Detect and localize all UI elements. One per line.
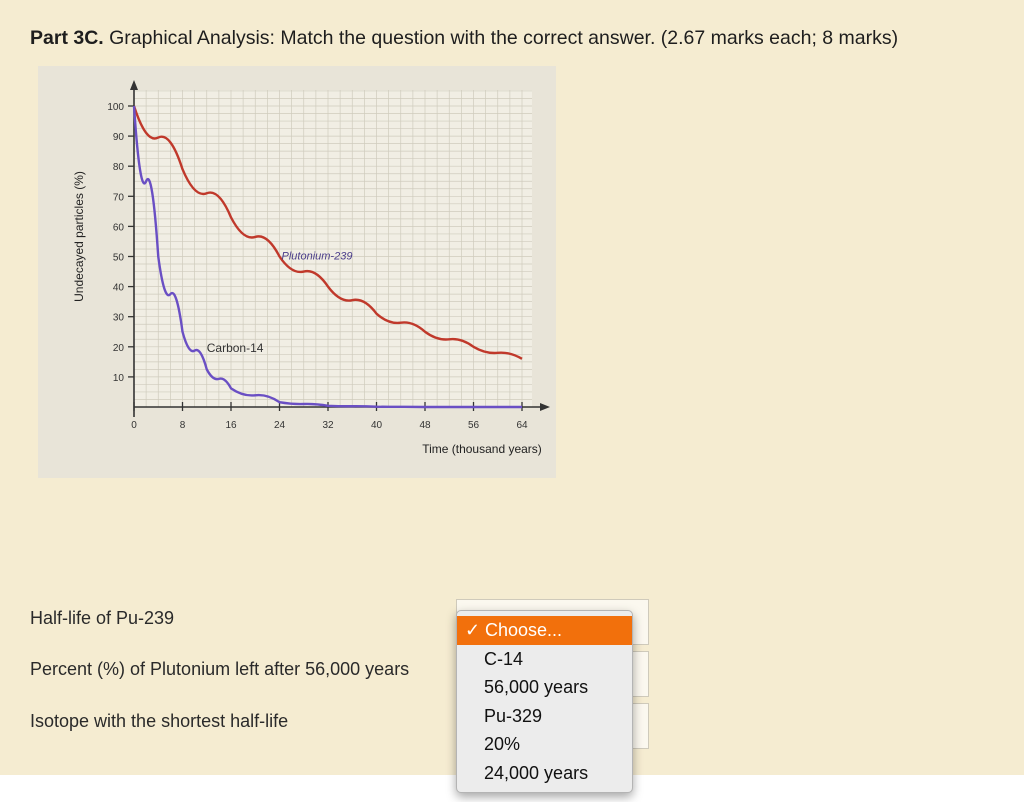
plot-area (134, 90, 532, 407)
y-tick-label: 100 (107, 102, 124, 113)
dropdown-option-c14[interactable]: C-14 (457, 645, 632, 674)
answer-dropdown-menu[interactable]: ✓ Choose... C-14 56,000 years Pu-329 20% … (456, 610, 633, 793)
y-tick-label: 20 (113, 343, 125, 354)
dropdown-option-20-percent[interactable]: 20% (457, 730, 632, 759)
question-label-1: Half-life of Pu-239 (30, 608, 175, 628)
question-label-2: Percent (%) of Plutonium left after 56,0… (30, 659, 410, 679)
dropdown-option-pu329[interactable]: Pu-329 (457, 702, 632, 731)
y-tick-label: 30 (113, 313, 125, 324)
x-axis-arrow-icon (540, 403, 550, 411)
dropdown-option-choose[interactable]: ✓ Choose... (457, 616, 632, 645)
x-tick-label: 40 (371, 420, 383, 431)
x-tick-label: 64 (516, 420, 528, 431)
x-tick-label: 32 (322, 420, 334, 431)
y-tick-label: 10 (113, 373, 125, 384)
x-tick-label: 48 (419, 420, 431, 431)
decay-graph-image: 0 8 16 24 32 40 48 56 64 10 20 30 40 50 60 70 80 90 100 Tim… (38, 66, 556, 478)
x-tick-label: 24 (274, 420, 286, 431)
instruction-text: Graphical Analysis: Match the question w… (103, 27, 899, 49)
y-axis-label: Undecayed particles (%) (72, 171, 86, 302)
x-tick-label: 8 (180, 420, 186, 431)
x-tick-label: 0 (131, 420, 137, 431)
question-heading: Part 3C. Graphical Analysis: Match the q… (30, 27, 898, 50)
y-tick-label: 50 (113, 253, 125, 264)
y-tick-label: 90 (113, 132, 125, 143)
x-tick-label: 16 (225, 420, 237, 431)
y-tick-label: 70 (113, 192, 125, 203)
x-axis-label: Time (thousand years) (422, 442, 542, 456)
series-label-carbon: Carbon-14 (207, 341, 264, 355)
option-label: Choose... (485, 620, 563, 640)
y-tick-label: 80 (113, 162, 125, 173)
checkmark-icon: ✓ (465, 620, 481, 640)
y-axis-arrow-icon (130, 80, 138, 90)
part-label: Part 3C. (30, 27, 104, 49)
y-tick-label: 40 (113, 283, 125, 294)
y-tick-label: 60 (113, 222, 125, 233)
x-tick-label: 56 (468, 420, 480, 431)
question-label-3: Isotope with the shortest half-life (30, 711, 289, 731)
decay-chart: 0 8 16 24 32 40 48 56 64 10 20 30 40 50 60 70 80 90 100 Tim… (72, 80, 550, 456)
dropdown-option-24000-years[interactable]: 24,000 years (457, 759, 632, 788)
series-label-plutonium: Plutonium-239 (282, 251, 353, 263)
dropdown-option-56000-years[interactable]: 56,000 years (457, 673, 632, 702)
